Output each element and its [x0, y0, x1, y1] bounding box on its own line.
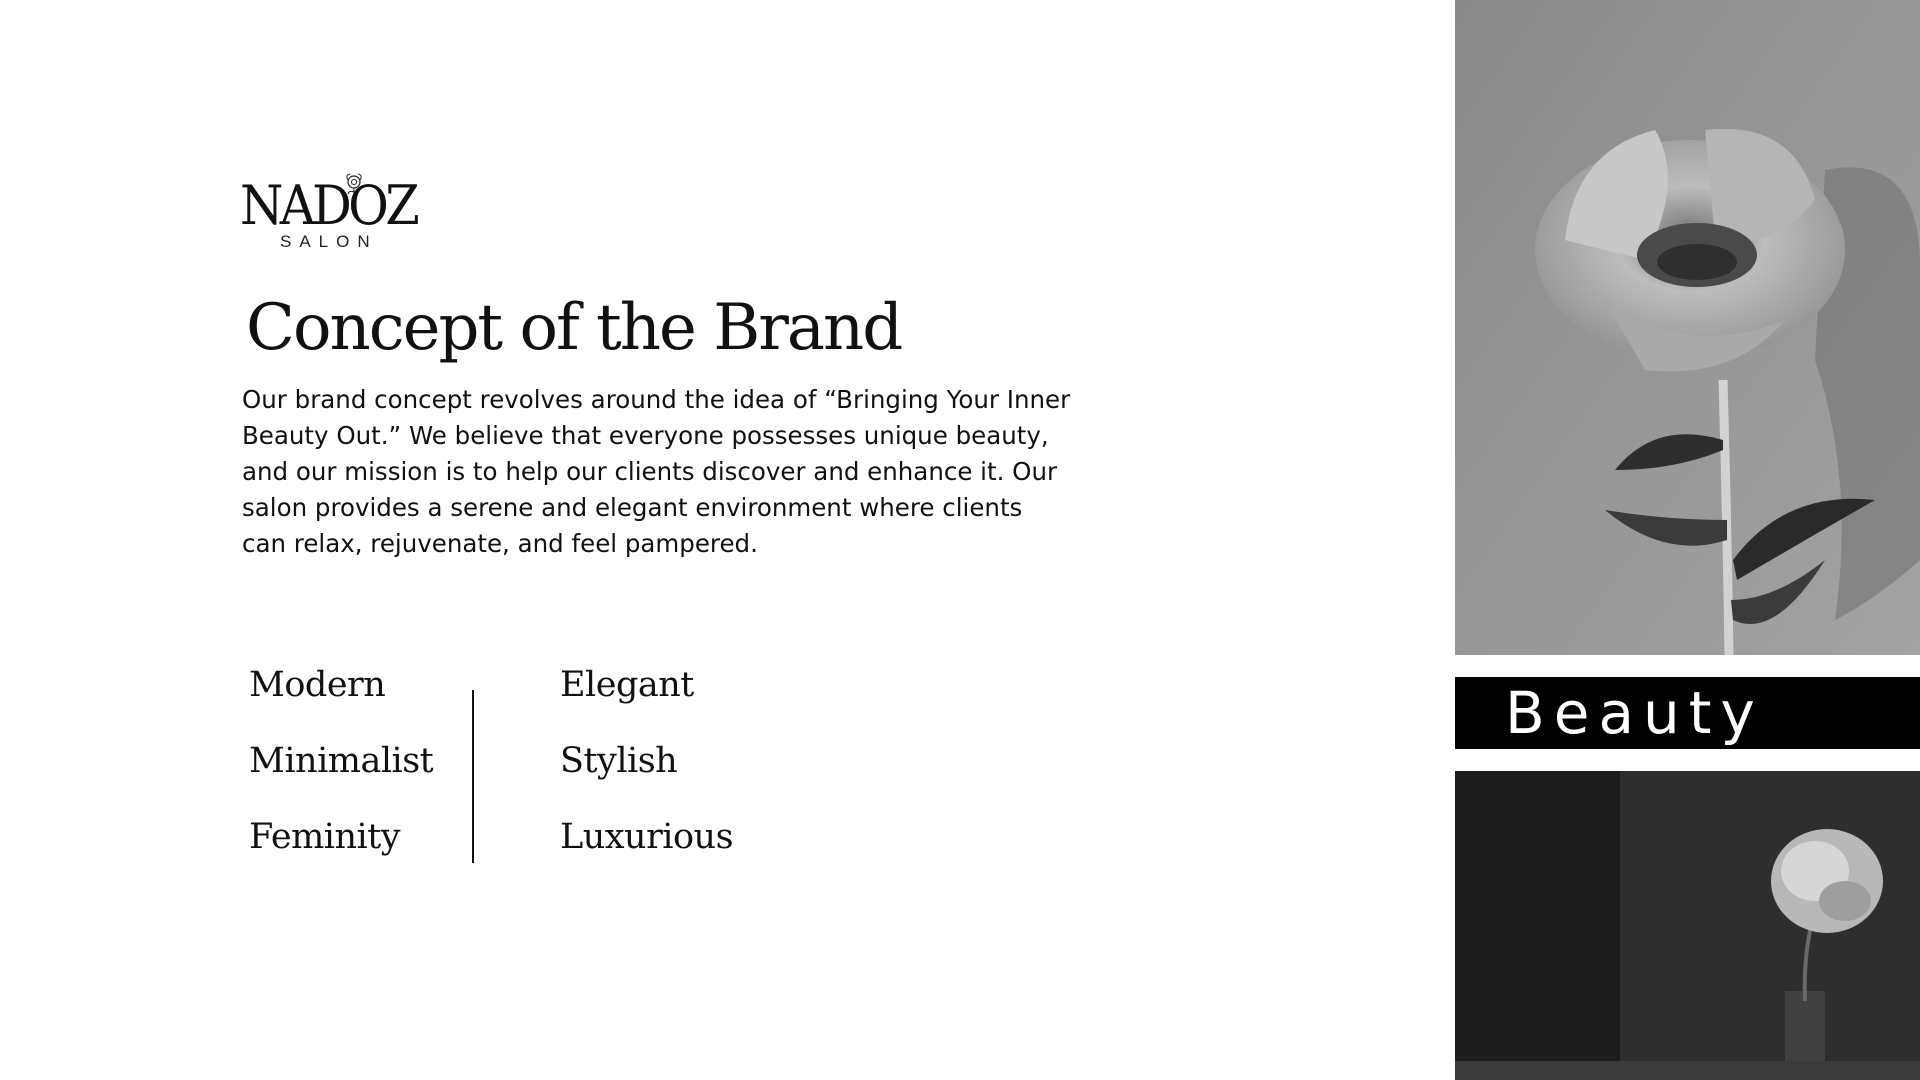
banner-label: Beauty	[1505, 679, 1764, 747]
keyword-feminity: Feminity	[249, 817, 401, 857]
brand-concept-paragraph: Our brand concept revolves around the id…	[242, 385, 1071, 558]
keyword-luxurious: Luxurious	[560, 817, 734, 857]
keywords-right-column: Elegant Stylish Luxurious	[560, 664, 734, 892]
peony-photo-bottom	[1455, 771, 1920, 1080]
brand-logo: NADOZ SALON	[240, 170, 426, 254]
keywords-left-column: Modern Minimalist Feminity	[249, 664, 434, 892]
keyword-minimalist: Minimalist	[249, 741, 434, 781]
page-title: Concept of the Brand	[246, 291, 903, 365]
peony-photo-top	[1455, 0, 1920, 655]
logo-wordmark: NADOZ	[240, 174, 420, 237]
keyword-divider	[472, 690, 474, 863]
keyword-modern: Modern	[249, 665, 386, 705]
keyword-stylish: Stylish	[560, 741, 678, 781]
beauty-banner: Beauty	[1455, 677, 1920, 749]
logo-subtitle: SALON	[280, 232, 378, 251]
keyword-elegant: Elegant	[560, 665, 694, 705]
